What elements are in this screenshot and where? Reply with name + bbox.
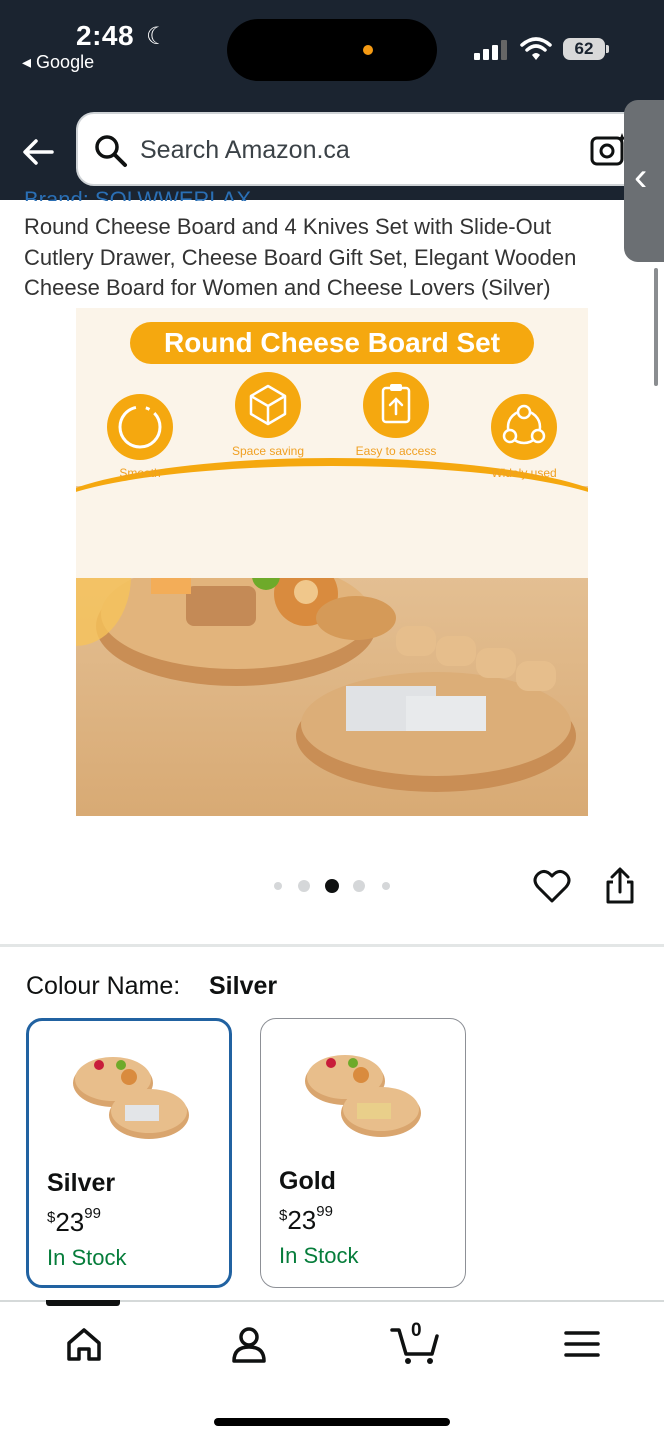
active-tab-indicator [46,1300,120,1306]
colour-name-value: Silver [209,972,278,1000]
variant-stock: In Stock [47,1245,127,1270]
product-image[interactable]: Round Cheese Board Set Smooth Space savi… [76,308,588,816]
variant-name: Silver [47,1169,116,1197]
menu-icon[interactable] [562,1324,602,1364]
feature-label: Widely used [491,466,557,480]
feature-smooth: Smooth [85,394,195,480]
home-indicator[interactable] [214,1418,450,1426]
focus-moon-icon: ☾ [146,23,168,50]
carousel-dot[interactable] [382,882,390,890]
variant-image [73,1057,189,1139]
bottom-nav: 0 [0,1300,664,1440]
variant-image [305,1055,421,1137]
feature-label: Space saving [231,444,305,458]
smooth-icon [107,394,173,460]
cart-button[interactable]: 0 [390,1320,440,1364]
network-icon [491,394,557,460]
home-icon[interactable] [64,1324,104,1364]
feature-easy-access: Easy to access [341,372,451,458]
feature-label: Easy to access [355,444,437,458]
back-arrow-icon[interactable] [18,132,58,172]
search-icon [95,135,127,167]
heart-icon[interactable] [533,868,571,904]
header: 2:48 ☾ ◂ Google 62 Search Amazon.ca [0,0,664,200]
carousel-dots[interactable] [270,876,400,896]
battery-tip [606,45,609,53]
back-app-label: Google [36,52,95,72]
privacy-dot [363,45,373,55]
back-to-app-link[interactable]: ◂ Google [22,52,94,73]
variant-gold[interactable]: Gold $2399 In Stock [260,1018,466,1288]
side-panel-handle[interactable]: ‹ [624,100,664,262]
feature-label: Smooth [119,466,161,480]
chevron-left-icon: ‹ [634,155,648,199]
variant-silver[interactable]: Silver $2399 In Stock [26,1018,232,1288]
cube-icon [235,372,301,438]
cellular-signal-icon [474,40,508,60]
account-icon[interactable] [229,1324,269,1364]
clipboard-icon [363,372,429,438]
variant-name: Gold [279,1167,336,1195]
section-divider [0,944,664,947]
search-bar[interactable]: Search Amazon.ca [76,112,642,186]
camera-lens-icon[interactable] [590,132,628,168]
share-icon[interactable] [603,866,637,906]
carousel-dot[interactable] [353,880,365,892]
variant-stock: In Stock [279,1243,359,1268]
feature-space-saving: Space saving [213,372,323,458]
image-banner: Round Cheese Board Set [130,322,534,364]
search-input[interactable]: Search Amazon.ca [140,136,350,165]
carousel-dot[interactable] [274,882,282,890]
brand-link[interactable]: Brand: SOLWWERLAX [24,187,251,201]
battery-indicator: 62 [563,38,605,60]
carousel-dot-active[interactable] [325,879,339,893]
status-time: 2:48 [76,20,135,51]
variant-price: $2399 [47,1205,101,1237]
cart-count: 0 [411,1320,422,1341]
feature-widely-used: Widely used [469,394,579,480]
dynamic-island [227,19,437,81]
wifi-icon [520,37,552,60]
variant-price: $2399 [279,1203,333,1235]
colour-name-label: Colour Name: [26,972,181,1000]
carousel-dot[interactable] [298,880,310,892]
scrollbar[interactable] [654,268,658,386]
product-title: Round Cheese Board and 4 Knives Set with… [24,214,577,300]
